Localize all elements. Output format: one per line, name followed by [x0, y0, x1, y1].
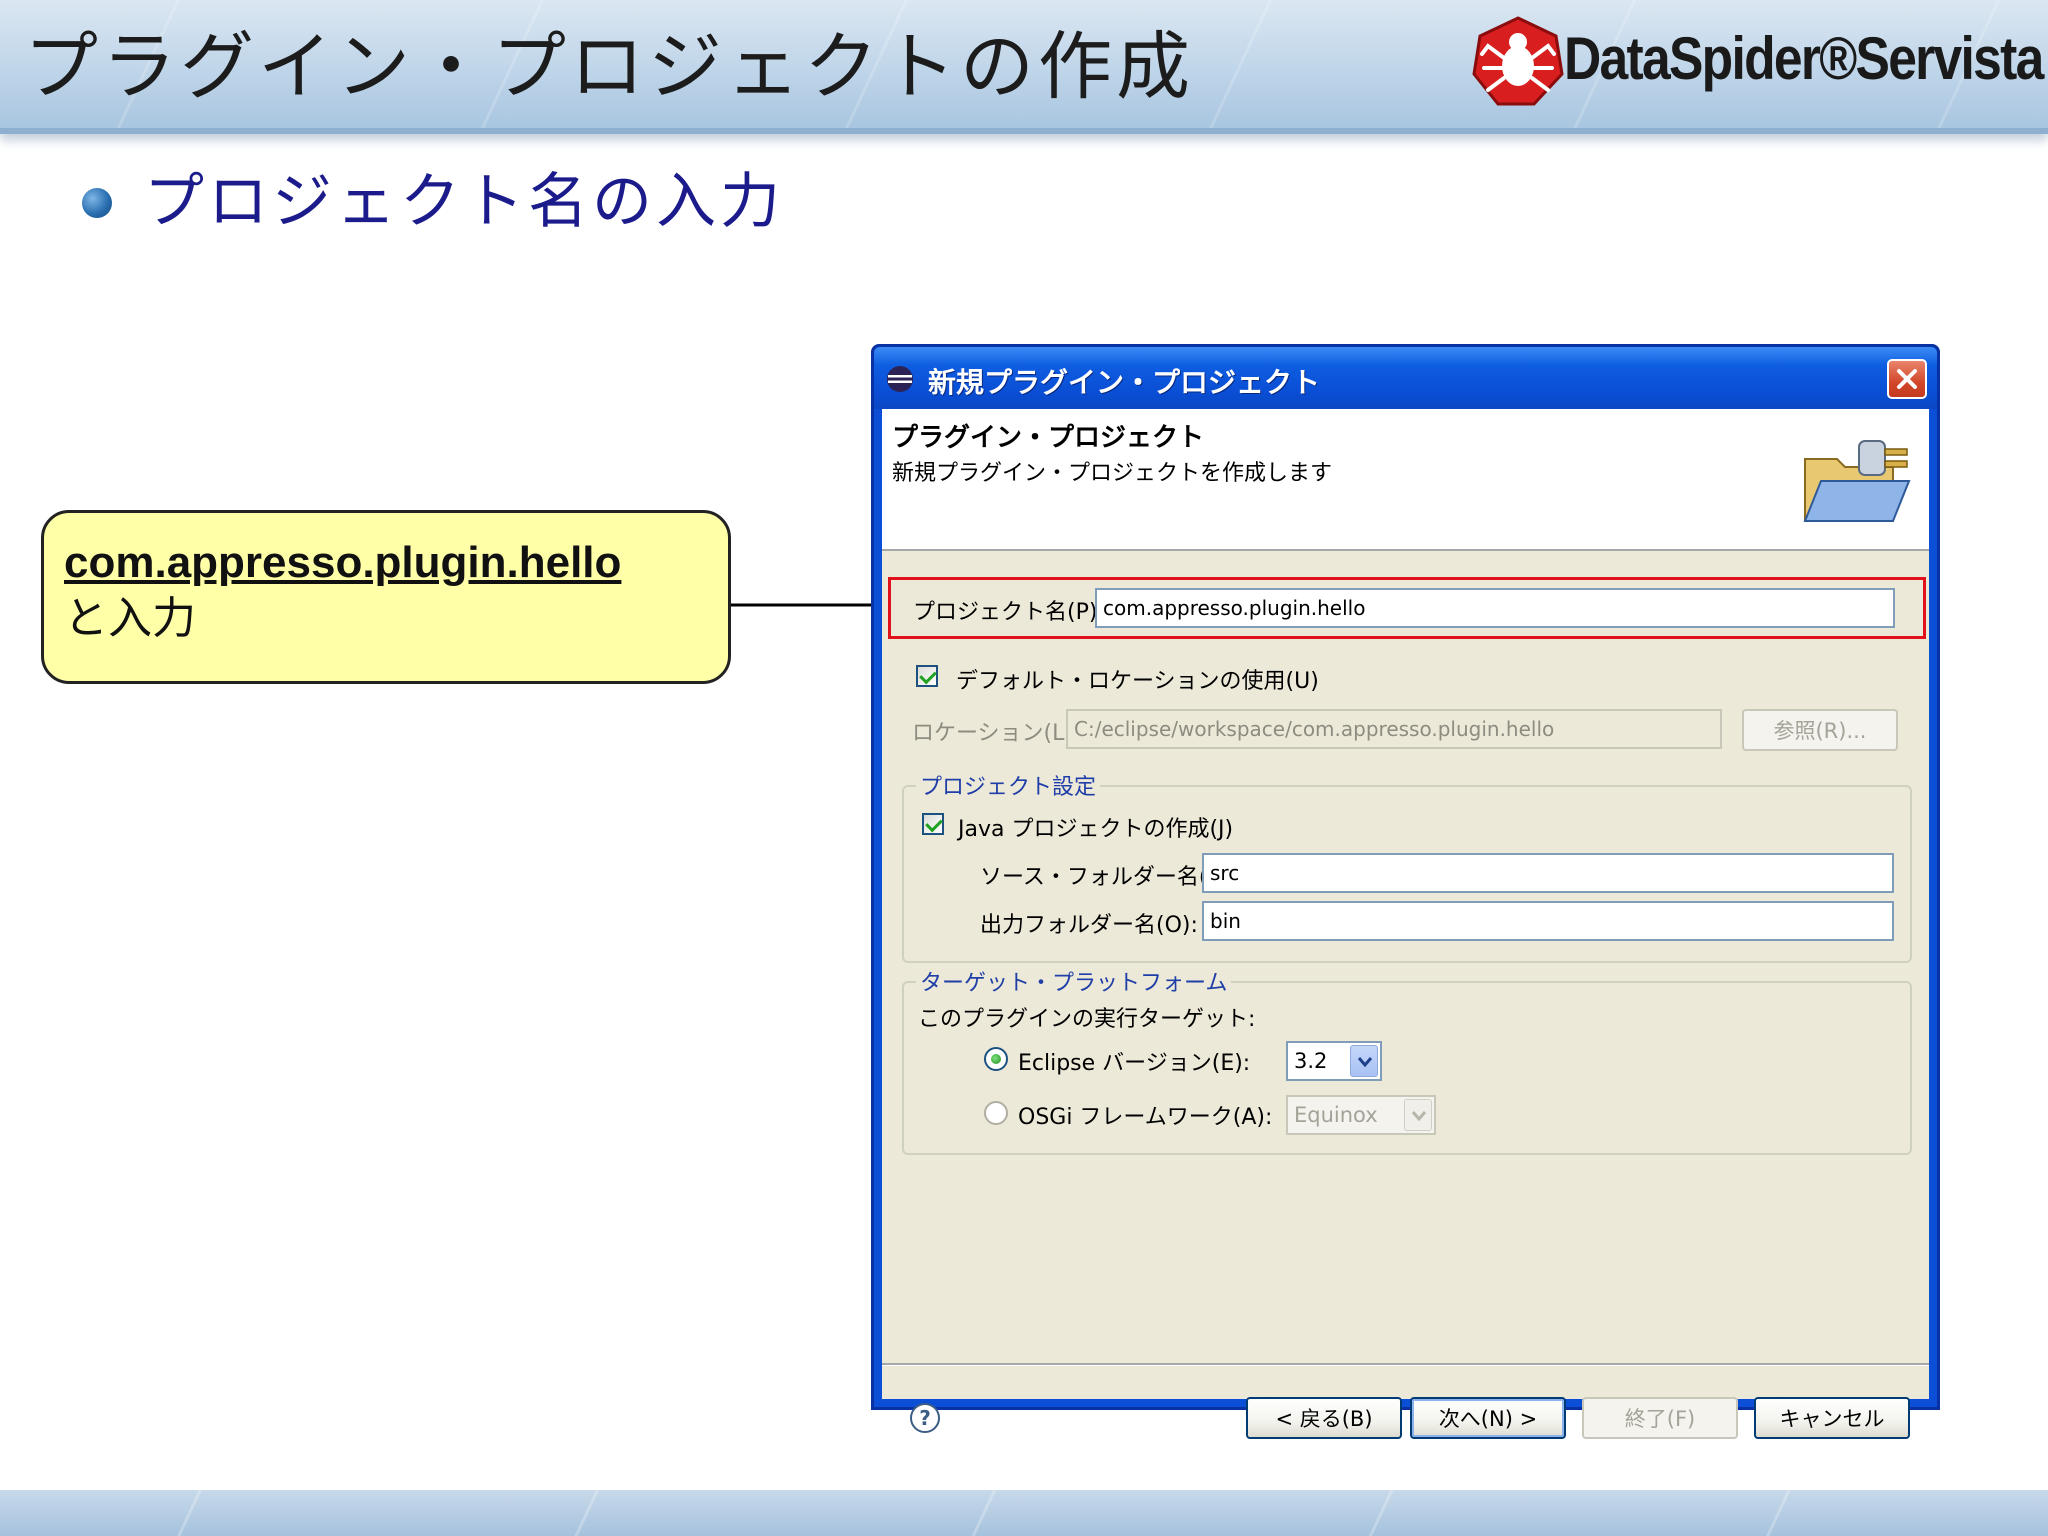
project-name-label: プロジェクト名(P): — [913, 600, 1105, 625]
project-name-highlight: プロジェクト名(P): — [888, 577, 1926, 639]
use-default-location-checkbox[interactable] — [916, 665, 938, 687]
bullet-icon — [82, 188, 112, 218]
spider-logo-icon — [1472, 16, 1564, 106]
eclipse-version-value: 3.2 — [1294, 1049, 1328, 1073]
next-button[interactable]: 次へ(N) > — [1410, 1397, 1566, 1439]
osgi-framework-value: Equinox — [1294, 1103, 1378, 1127]
wizard-header: プラグイン・プロジェクト 新規プラグイン・プロジェクトを作成します — [882, 409, 1929, 551]
dialog-body: プラグイン・プロジェクト 新規プラグイン・プロジェクトを作成します プロジェクト… — [882, 409, 1929, 1439]
cancel-button[interactable]: キャンセル — [1754, 1397, 1910, 1439]
osgi-framework-radio[interactable] — [984, 1101, 1008, 1125]
help-icon[interactable]: ? — [910, 1403, 940, 1433]
slide-title: プラグイン・プロジェクトの作成 — [24, 24, 1194, 110]
create-java-project-label: Java プロジェクトの作成(J) — [958, 817, 1234, 842]
wizard-page-title: プラグイン・プロジェクト — [892, 423, 1205, 453]
chevron-down-icon — [1350, 1045, 1378, 1077]
instruction-callout: com.appresso.plugin.hello と入力 — [41, 510, 731, 684]
browse-button[interactable]: 参照(R)... — [1742, 709, 1898, 751]
osgi-framework-select[interactable]: Equinox — [1286, 1095, 1436, 1135]
dialog-titlebar[interactable]: 新規プラグイン・プロジェクト — [874, 347, 1937, 409]
logo-wordmark: DataSpider®Servista — [1564, 25, 2044, 92]
plugin-folder-icon — [1803, 440, 1911, 522]
osgi-framework-label: OSGi フレームワーク(A): — [1018, 1105, 1273, 1130]
callout-instruction: と入力 — [64, 593, 196, 644]
dataspider-logo: DataSpider®Servista — [1468, 14, 2044, 110]
eclipse-version-select[interactable]: 3.2 — [1286, 1041, 1382, 1081]
new-plugin-project-dialog: 新規プラグイン・プロジェクト プラグイン・プロジェクト 新規プラグイン・プロジェ… — [871, 344, 1940, 1439]
back-button[interactable]: < 戻る(B) — [1246, 1397, 1402, 1439]
eclipse-version-radio[interactable] — [984, 1047, 1008, 1071]
callout-project-name: com.appresso.plugin.hello — [64, 538, 622, 587]
dialog-window-title: 新規プラグイン・プロジェクト — [928, 366, 1321, 399]
finish-button[interactable]: 終了(F) — [1582, 1397, 1738, 1439]
location-input[interactable] — [1066, 709, 1722, 749]
source-folder-label: ソース・フォルダー名(S): — [980, 865, 1238, 890]
close-button[interactable] — [1887, 359, 1927, 399]
target-platform-group-label: ターゲット・プラットフォーム — [916, 965, 1232, 997]
bullet-heading: プロジェクト名の入力 — [144, 167, 784, 237]
wizard-page-description: 新規プラグイン・プロジェクトを作成します — [892, 461, 1333, 486]
create-java-project-checkbox[interactable] — [922, 813, 944, 835]
source-folder-input[interactable] — [1202, 853, 1894, 893]
footer-separator — [882, 1363, 1929, 1366]
location-label: ロケーション(L): — [912, 721, 1081, 746]
eclipse-icon — [887, 366, 913, 392]
close-icon — [1897, 369, 1917, 389]
footer-band — [0, 1490, 2048, 1536]
output-folder-input[interactable] — [1202, 901, 1894, 941]
chevron-down-icon — [1404, 1099, 1432, 1131]
output-folder-label: 出力フォルダー名(O): — [980, 913, 1198, 938]
target-question-label: このプラグインの実行ターゲット: — [918, 1007, 1256, 1032]
eclipse-version-label: Eclipse バージョン(E): — [1018, 1051, 1251, 1076]
project-name-input[interactable] — [1095, 588, 1895, 628]
project-settings-group-label: プロジェクト設定 — [916, 769, 1101, 801]
use-default-location-label: デフォルト・ロケーションの使用(U) — [956, 669, 1319, 694]
